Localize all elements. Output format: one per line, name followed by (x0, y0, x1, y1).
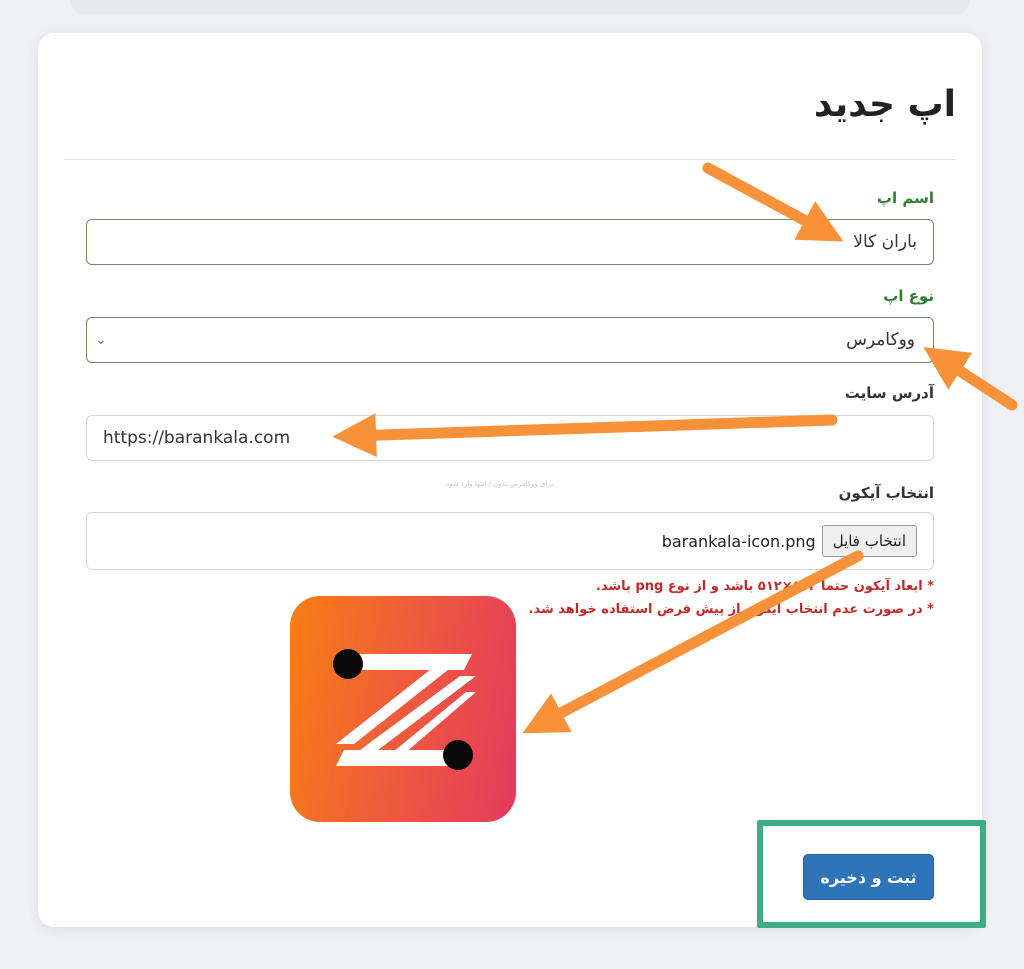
choose-file-button[interactable]: انتخاب فایل (821, 525, 917, 557)
site-url-input[interactable] (86, 415, 934, 461)
chevron-down-icon: ⌄ (95, 332, 107, 348)
title-divider (64, 159, 956, 160)
icon-file-input[interactable]: انتخاب فایل barankala-icon.png (86, 512, 934, 570)
app-type-select[interactable]: ⌄ ووکامرس (86, 317, 934, 363)
icon-label: انتخاب آیکون (838, 484, 934, 502)
site-url-hint: برای ووکامرس بدون / انتها وارد شود (446, 480, 554, 488)
file-name: barankala-icon.png (661, 531, 816, 551)
icon-size-note: * ابعاد آیکون حتما ۵۱۲×۵۱۲ باشد و از نوع… (595, 579, 934, 594)
save-button[interactable]: ثبت و ذخیره (803, 854, 934, 900)
app-icon-preview (290, 596, 516, 822)
app-type-label: نوع اپ (883, 287, 934, 305)
app-name-label: اسم اپ (876, 189, 934, 207)
icon-default-note: * در صورت عدم انتخاب آیکون از پیش فرض اس… (528, 602, 934, 617)
page-title: اپ جدید (813, 84, 956, 125)
app-logo-icon (333, 649, 476, 770)
top-panel-edge (70, 0, 970, 14)
app-type-value: ووکامرس (846, 330, 915, 350)
app-name-input[interactable] (86, 219, 934, 265)
site-url-label: آدرس سایت (844, 384, 934, 402)
